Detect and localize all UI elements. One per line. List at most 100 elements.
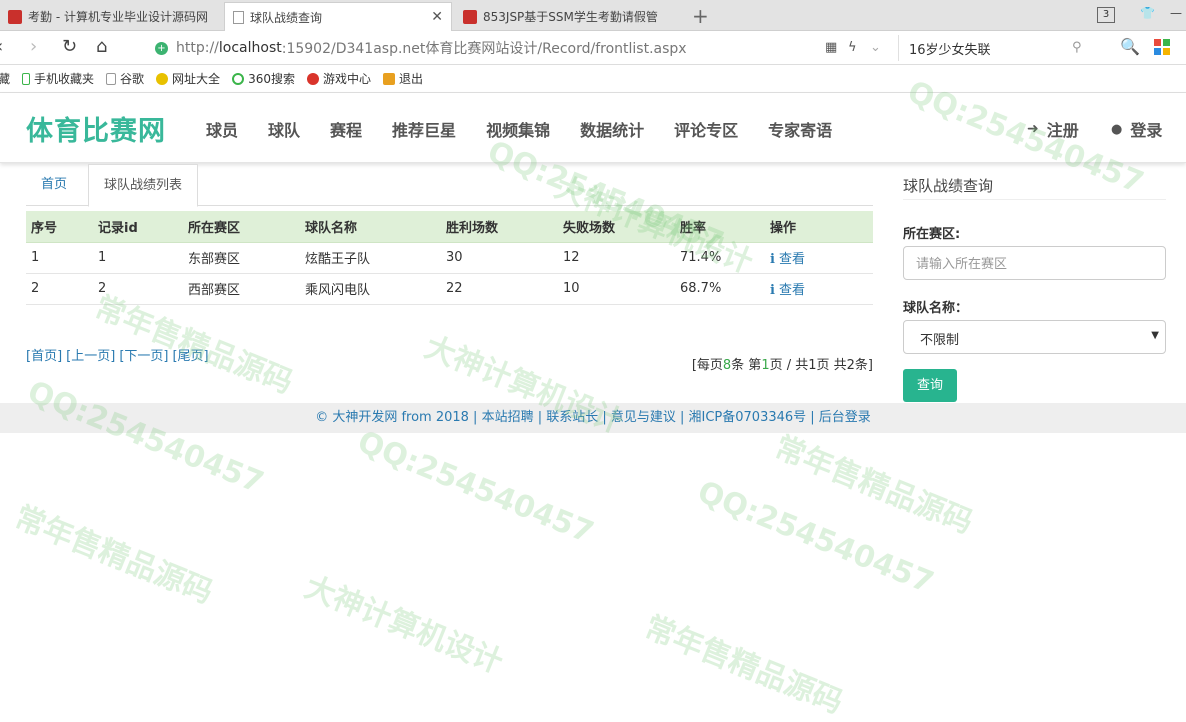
per-page-count: 8 — [722, 358, 732, 373]
cell-index: 1 — [26, 242, 93, 274]
bookmark-label: 游戏中心 — [322, 72, 371, 86]
url-scheme: http:// — [176, 40, 219, 56]
nav-schedule[interactable]: 赛程 — [330, 117, 362, 141]
watermark: QQ:254540457 — [352, 424, 599, 551]
url-field[interactable]: + http://localhost:15902/D341asp.net体育比赛… — [155, 37, 687, 59]
bookmark-directory[interactable]: 网址大全 — [156, 70, 220, 87]
apps-grid-icon[interactable] — [1154, 39, 1170, 59]
page-info-text: 页 / 共1页 共2条] — [769, 358, 873, 373]
col-win-rate: 胜率 — [675, 211, 765, 243]
chevron-down-icon[interactable]: ⌄ — [870, 40, 881, 55]
nav-experts[interactable]: 专家寄语 — [768, 117, 832, 141]
back-icon[interactable]: ‹ — [0, 36, 3, 57]
bookmark-mobile[interactable]: 手机收藏夹 — [22, 70, 94, 87]
region-input[interactable]: 请输入所在赛区 — [903, 246, 1166, 280]
pager-first[interactable]: [首页] — [26, 349, 62, 364]
pager-next[interactable]: [下一页] — [119, 349, 168, 364]
cell-losses: 12 — [558, 242, 675, 274]
pager-prev[interactable]: [上一页] — [66, 349, 115, 364]
browser-tab-1[interactable]: 考勤 - 计算机专业毕业设计源码网 — [0, 2, 222, 31]
bookmark-collections[interactable]: 藏 — [0, 70, 10, 87]
pager-last[interactable]: [尾页] — [172, 349, 208, 364]
site-footer[interactable]: © 大神开发网 from 2018 | 本站招聘 | 联系站长 | 意见与建议 … — [0, 403, 1186, 433]
bookmark-google[interactable]: 谷歌 — [106, 70, 144, 87]
site-header: 体育比赛网 球员 球队 赛程 推荐巨星 视频集锦 数据统计 评论专区 专家寄语 … — [0, 93, 1186, 163]
browser-tab-3[interactable]: 853JSP基于SSM学生考勤请假管 — [455, 2, 683, 31]
bookmark-label: 谷歌 — [120, 72, 145, 86]
reload-icon[interactable]: ↻ — [62, 36, 77, 57]
watermark: 常年售精品源码 — [769, 429, 978, 541]
url-path: :15902/D341asp.net体育比赛网站设计/Record/frontl… — [281, 41, 687, 57]
site-favicon-icon — [8, 9, 22, 24]
nav-comments[interactable]: 评论专区 — [674, 117, 738, 141]
region-placeholder: 请输入所在赛区 — [916, 257, 1008, 272]
pagination: [首页] [上一页] [下一页] [尾页] — [26, 345, 213, 364]
nav-players[interactable]: 球员 — [206, 117, 238, 141]
view-link[interactable]: i 查看 — [770, 252, 805, 267]
cell-region: 东部赛区 — [183, 242, 300, 274]
login-label: 登录 — [1130, 121, 1163, 140]
cell-region: 西部赛区 — [183, 273, 300, 305]
search-button[interactable]: 查询 — [903, 369, 957, 402]
main-nav: 球员 球队 赛程 推荐巨星 视频集锦 数据统计 评论专区 专家寄语 — [206, 117, 862, 141]
bookmark-games[interactable]: 游戏中心 — [306, 70, 371, 87]
tab-count-badge[interactable]: 3 — [1097, 7, 1115, 23]
browser-search-box[interactable]: 16岁少女失联 — [898, 35, 1094, 61]
home-icon[interactable]: ⌂ — [96, 36, 107, 57]
team-label: 球队名称： — [903, 301, 969, 316]
login-link[interactable]: ● 登录 — [1111, 117, 1162, 141]
team-select[interactable]: 不限制 ▼ — [903, 320, 1166, 354]
breadcrumb-current[interactable]: 球队战绩列表 — [88, 164, 199, 207]
tab-title: 球队战绩查询 — [250, 10, 323, 25]
cell-wins: 22 — [441, 273, 558, 305]
nav-stats[interactable]: 数据统计 — [580, 117, 644, 141]
divider — [903, 199, 1166, 200]
cell-win-rate: 68.7% — [675, 273, 765, 305]
page-info: [每页8条 第1页 / 共1页 共2条] — [692, 354, 873, 373]
nav-highlights[interactable]: 视频集锦 — [486, 117, 550, 141]
register-link[interactable]: ➜ 注册 — [1027, 117, 1079, 141]
page-icon — [233, 10, 244, 24]
nav-teams[interactable]: 球队 — [268, 117, 300, 141]
search-icon[interactable]: ⚲ — [1072, 40, 1082, 55]
breadcrumb-home[interactable]: 首页 — [26, 164, 82, 206]
bookmark-label: 网址大全 — [172, 72, 221, 86]
minimize-icon[interactable]: — — [1170, 6, 1182, 20]
page-info-text: 条 第 — [731, 358, 762, 373]
close-tab-icon[interactable]: ✕ — [431, 9, 443, 25]
bookmark-360[interactable]: 360搜索 — [232, 70, 295, 87]
caret-down-icon: ▼ — [1151, 330, 1159, 341]
col-region: 所在赛区 — [183, 211, 300, 243]
magnifier-icon[interactable]: 🔍 — [1120, 37, 1140, 56]
forward-icon[interactable]: › — [30, 36, 37, 57]
col-wins: 胜利场数 — [441, 211, 558, 243]
exit-icon — [382, 72, 395, 85]
table-row: 2 2 西部赛区 乘风闪电队 22 10 68.7% i 查看 — [26, 273, 873, 305]
cell-team-name: 炫酷王子队 — [300, 242, 441, 274]
bookmark-label: 360搜索 — [248, 72, 295, 86]
bookmark-label: 手机收藏夹 — [34, 72, 95, 86]
shirt-icon[interactable]: 👕 — [1140, 6, 1155, 20]
bookmark-exit[interactable]: 退出 — [382, 70, 423, 87]
site-logo[interactable]: 体育比赛网 — [26, 109, 166, 148]
lightning-icon[interactable]: ϟ — [848, 40, 857, 55]
secure-shield-icon: + — [155, 41, 168, 55]
tab-title: 考勤 - 计算机专业毕业设计源码网 — [28, 10, 208, 24]
sign-in-icon: ➜ — [1027, 121, 1039, 137]
tab-title: 853JSP基于SSM学生考勤请假管 — [483, 10, 658, 24]
search-panel-title: 球队战绩查询 — [903, 177, 994, 195]
cell-record-id: 1 — [93, 242, 183, 274]
team-record-table: 序号 记录id 所在赛区 球队名称 胜利场数 失败场数 胜率 操作 1 1 东部… — [26, 211, 873, 305]
view-label: 查看 — [778, 252, 805, 267]
nav-stars[interactable]: 推荐巨星 — [392, 117, 456, 141]
game-icon — [306, 72, 319, 85]
table-header-row: 序号 记录id 所在赛区 球队名称 胜利场数 失败场数 胜率 操作 — [26, 211, 873, 243]
breadcrumb: 首页 球队战绩列表 — [26, 164, 873, 207]
new-tab-plus-icon[interactable]: + — [692, 4, 709, 28]
cell-record-id: 2 — [93, 273, 183, 305]
browser-tab-2[interactable]: 球队战绩查询 ✕ — [224, 2, 452, 31]
address-bar: ‹ › ↻ ⌂ + http://localhost:15902/D341asp… — [0, 31, 1186, 65]
watermark: QQ:254540457 — [692, 474, 939, 601]
view-link[interactable]: i 查看 — [770, 283, 805, 298]
qr-code-icon[interactable]: ▦ — [825, 40, 837, 55]
